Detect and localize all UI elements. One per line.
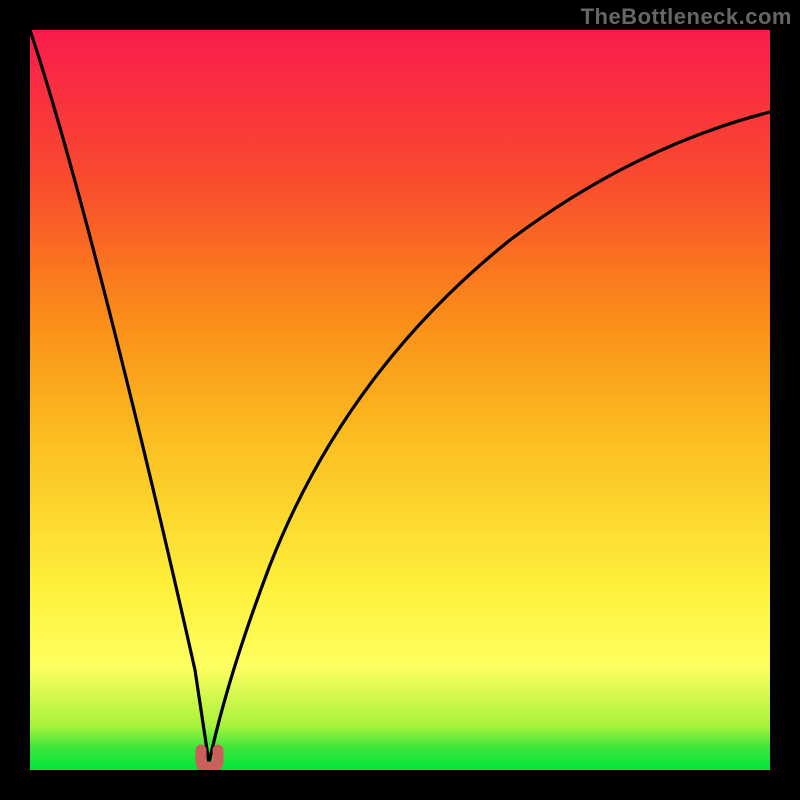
gradient-background bbox=[30, 30, 770, 770]
chart-frame: TheBottleneck.com bbox=[0, 0, 800, 800]
attribution-watermark: TheBottleneck.com bbox=[581, 4, 792, 30]
